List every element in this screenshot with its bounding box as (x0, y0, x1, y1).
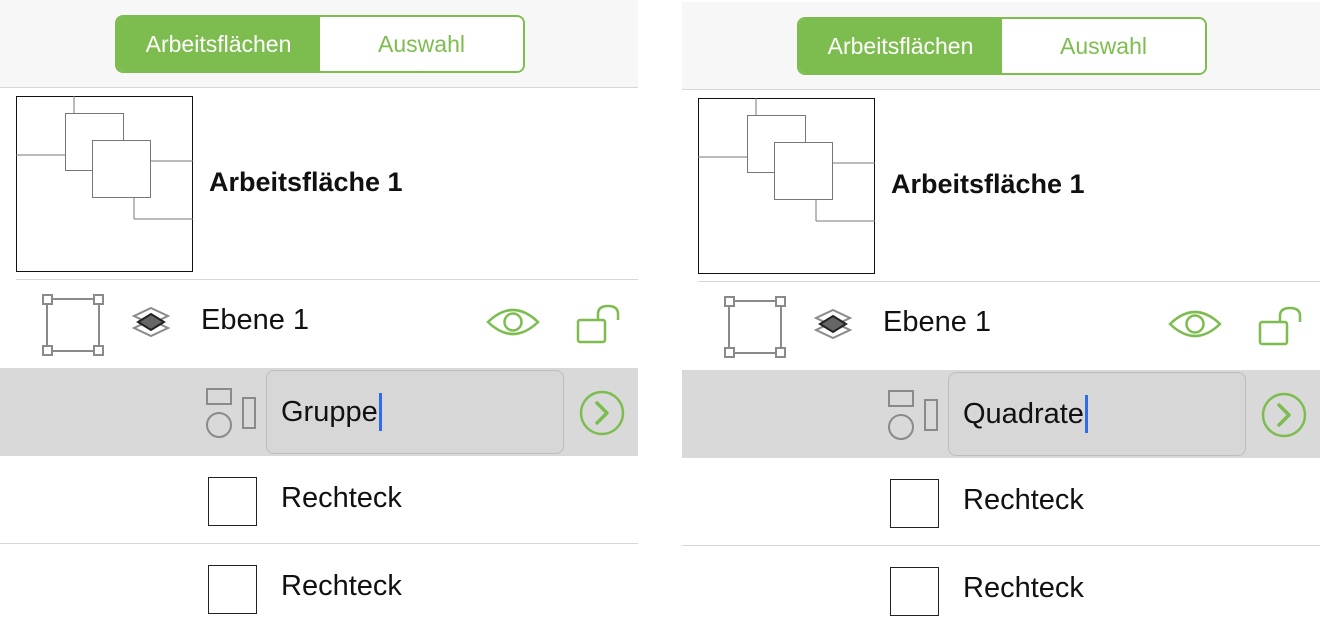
bounding-box-icon[interactable] (724, 296, 786, 358)
layer-name: Ebene 1 (883, 306, 992, 338)
artboard-name: Arbeitsfläche 1 (891, 169, 1085, 199)
item-name: Rechteck (963, 484, 1084, 516)
tab-artboards[interactable]: Arbeitsflächen (799, 19, 1002, 73)
group-name-input[interactable]: Gruppe (266, 370, 564, 454)
group-name-input[interactable]: Quadrate (948, 372, 1246, 456)
eye-icon[interactable] (1168, 306, 1222, 342)
artboard-thumbnail[interactable] (16, 96, 193, 272)
item-name: Rechteck (281, 570, 402, 602)
list-item[interactable]: Rechteck (682, 458, 1320, 546)
group-name-text: Quadrate (963, 397, 1084, 430)
unlock-icon[interactable] (576, 304, 622, 344)
shapes-group-icon (206, 388, 256, 438)
tab-selection[interactable]: Auswahl (320, 17, 523, 71)
rectangle-shape-icon (890, 479, 939, 528)
rectangle-shape-icon (890, 567, 939, 616)
artboard-row[interactable]: Arbeitsfläche 1 (0, 89, 638, 279)
tab-selection[interactable]: Auswahl (1002, 19, 1205, 73)
rectangle-shape-icon (208, 477, 257, 526)
artboard-thumbnail[interactable] (698, 98, 875, 274)
text-cursor (378, 393, 382, 431)
layers-panel-left: Arbeitsflächen Auswahl Arbeitsfläche 1 E… (0, 0, 638, 630)
rectangle-shape-icon (208, 565, 257, 614)
layer-row[interactable]: Ebene 1 (682, 282, 1320, 370)
item-name: Rechteck (963, 572, 1084, 604)
chevron-right-circle-icon[interactable] (579, 390, 625, 436)
item-name: Rechteck (281, 482, 402, 514)
layer-row[interactable]: Ebene 1 (0, 280, 638, 368)
layers-panel-right: Arbeitsflächen Auswahl Arbeitsfläche 1 E… (682, 2, 1320, 630)
view-segmented-control: Arbeitsflächen Auswahl (797, 17, 1207, 75)
chevron-right-circle-icon[interactable] (1261, 392, 1307, 438)
group-row-selected[interactable]: Quadrate (682, 370, 1320, 458)
layer-name: Ebene 1 (201, 304, 310, 336)
list-item[interactable]: Rechteck (0, 544, 638, 630)
unlock-icon[interactable] (1258, 306, 1304, 346)
bounding-box-icon[interactable] (42, 294, 104, 356)
layers-icon (813, 308, 853, 340)
shapes-group-icon (888, 390, 938, 440)
eye-icon[interactable] (486, 304, 540, 340)
top-bar: Arbeitsflächen Auswahl (682, 2, 1320, 90)
group-row-selected[interactable]: Gruppe (0, 368, 638, 456)
group-name-text: Gruppe (281, 395, 378, 428)
text-cursor (1084, 395, 1088, 433)
artboard-row[interactable]: Arbeitsfläche 1 (682, 91, 1320, 281)
top-bar: Arbeitsflächen Auswahl (0, 0, 638, 88)
view-segmented-control: Arbeitsflächen Auswahl (115, 15, 525, 73)
list-item[interactable]: Rechteck (0, 456, 638, 544)
tab-artboards[interactable]: Arbeitsflächen (117, 17, 320, 71)
layers-icon (131, 306, 171, 338)
artboard-name: Arbeitsfläche 1 (209, 167, 403, 197)
list-item[interactable]: Rechteck (682, 546, 1320, 630)
